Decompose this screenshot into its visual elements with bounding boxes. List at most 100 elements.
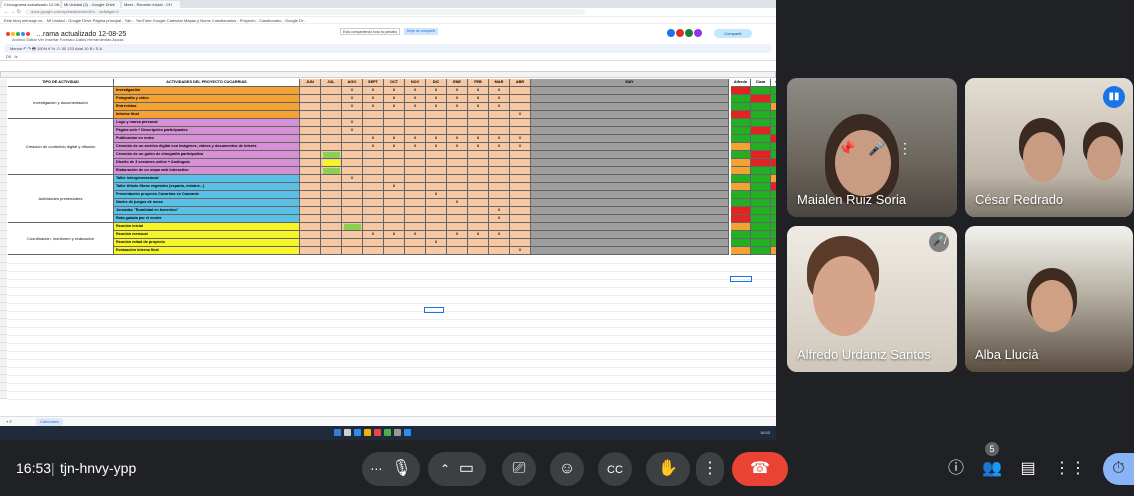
month-cell[interactable] (363, 151, 384, 159)
month-cell[interactable] (363, 159, 384, 167)
month-cell[interactable] (531, 191, 729, 199)
month-cell[interactable]: X (489, 143, 510, 151)
person-status-cell[interactable] (751, 199, 771, 207)
more-audio-icon[interactable]: ⋯ (370, 462, 382, 476)
month-cell[interactable]: X (384, 103, 405, 111)
present-button[interactable]: ⎚ (502, 452, 536, 486)
month-cell[interactable]: X (363, 135, 384, 143)
month-cell[interactable]: X (468, 87, 489, 95)
row-number[interactable] (0, 175, 7, 183)
month-cell[interactable] (510, 215, 531, 223)
row-number[interactable] (0, 359, 7, 367)
person-status-cell[interactable] (771, 231, 776, 239)
month-cell[interactable] (426, 247, 447, 255)
reactions-button[interactable]: ☺ (550, 452, 584, 486)
participant-tile[interactable]: Alba Llucià (965, 226, 1133, 372)
month-cell[interactable] (426, 207, 447, 215)
month-cell[interactable]: X (510, 143, 531, 151)
month-cell[interactable] (447, 191, 468, 199)
person-status-cell[interactable] (731, 239, 751, 247)
month-cell[interactable] (426, 127, 447, 135)
month-cell[interactable] (531, 215, 729, 223)
row-number[interactable] (0, 103, 7, 111)
month-cell[interactable] (342, 151, 363, 159)
month-cell[interactable] (510, 119, 531, 127)
month-cell[interactable] (447, 183, 468, 191)
month-cell[interactable] (426, 183, 447, 191)
person-status-cell[interactable] (751, 231, 771, 239)
month-cell[interactable] (321, 215, 342, 223)
person-status-cell[interactable] (771, 175, 776, 183)
person-status-cell[interactable] (731, 127, 751, 135)
person-status-cell[interactable] (751, 143, 771, 151)
month-cell[interactable] (300, 151, 321, 159)
activity-cell[interactable]: Ruta guiada por el monte (114, 215, 300, 223)
formula-bar[interactable]: D5 fx (0, 53, 776, 61)
activity-cell[interactable]: Jornadas "Ruralidad en femenino" (114, 207, 300, 215)
row-number[interactable] (0, 391, 7, 399)
month-cell[interactable] (342, 231, 363, 239)
row-number[interactable] (0, 367, 7, 375)
month-cell[interactable] (342, 239, 363, 247)
bookmarks-bar[interactable]: Este bloq mensaje vo... Mi Unidad - Goog… (0, 17, 776, 24)
month-cell[interactable] (531, 143, 729, 151)
month-cell[interactable] (489, 239, 510, 247)
month-cell[interactable] (468, 239, 489, 247)
month-cell[interactable] (342, 111, 363, 119)
person-status-cell[interactable] (751, 103, 771, 111)
month-cell[interactable] (300, 191, 321, 199)
activity-cell[interactable]: Logo y marca personal (114, 119, 300, 127)
month-cell[interactable] (426, 111, 447, 119)
person-status-cell[interactable] (751, 191, 771, 199)
more-options-icon[interactable]: ⋮ (898, 140, 912, 157)
month-cell[interactable] (468, 215, 489, 223)
person-status-cell[interactable] (751, 247, 771, 255)
month-cell[interactable]: X (405, 103, 426, 111)
person-status-cell[interactable] (731, 167, 751, 175)
month-cell[interactable]: X (405, 231, 426, 239)
month-cell[interactable] (489, 199, 510, 207)
month-cell[interactable] (468, 223, 489, 231)
month-cell[interactable] (300, 111, 321, 119)
month-cell[interactable]: X (384, 231, 405, 239)
month-cell[interactable]: X (384, 135, 405, 143)
month-cell[interactable] (300, 95, 321, 103)
month-cell[interactable] (468, 167, 489, 175)
month-cell[interactable]: X (468, 143, 489, 151)
month-cell[interactable] (426, 167, 447, 175)
month-cell[interactable] (300, 183, 321, 191)
month-cell[interactable] (510, 167, 531, 175)
month-cell[interactable] (321, 223, 342, 231)
activity-cell[interactable]: Reunión mitad de proyecto (114, 239, 300, 247)
month-cell[interactable] (426, 215, 447, 223)
month-cell[interactable] (321, 231, 342, 239)
person-status-cell[interactable] (751, 151, 771, 159)
month-cell[interactable] (426, 223, 447, 231)
person-status-cell[interactable] (771, 223, 776, 231)
mute-icon[interactable]: 🎤 (868, 140, 885, 157)
row-number[interactable] (0, 151, 7, 159)
spreadsheet-grid[interactable]: TIPO DE ACTIVIDAD ACTIVIDADES DEL PROYECT… (0, 71, 776, 416)
person-status-cell[interactable] (771, 127, 776, 135)
month-cell[interactable] (300, 119, 321, 127)
month-cell[interactable]: X (363, 103, 384, 111)
month-cell[interactable] (321, 199, 342, 207)
month-cell[interactable] (321, 95, 342, 103)
month-cell[interactable] (300, 175, 321, 183)
month-cell[interactable] (531, 199, 729, 207)
month-cell[interactable] (405, 167, 426, 175)
month-cell[interactable] (363, 207, 384, 215)
row-number[interactable] (0, 111, 7, 119)
month-cell[interactable] (405, 199, 426, 207)
taskbar-app-icons[interactable] (334, 429, 411, 436)
month-cell[interactable] (468, 111, 489, 119)
selected-cell[interactable] (730, 276, 752, 282)
month-cell[interactable] (363, 247, 384, 255)
month-cell[interactable]: X (384, 95, 405, 103)
microphone-button[interactable]: ⋯ 🎙 (362, 452, 420, 486)
month-cell[interactable] (405, 111, 426, 119)
activity-cell[interactable]: Reunión inicial (114, 223, 300, 231)
month-cell[interactable]: X (468, 95, 489, 103)
month-cell[interactable] (531, 239, 729, 247)
month-cell[interactable] (363, 223, 384, 231)
